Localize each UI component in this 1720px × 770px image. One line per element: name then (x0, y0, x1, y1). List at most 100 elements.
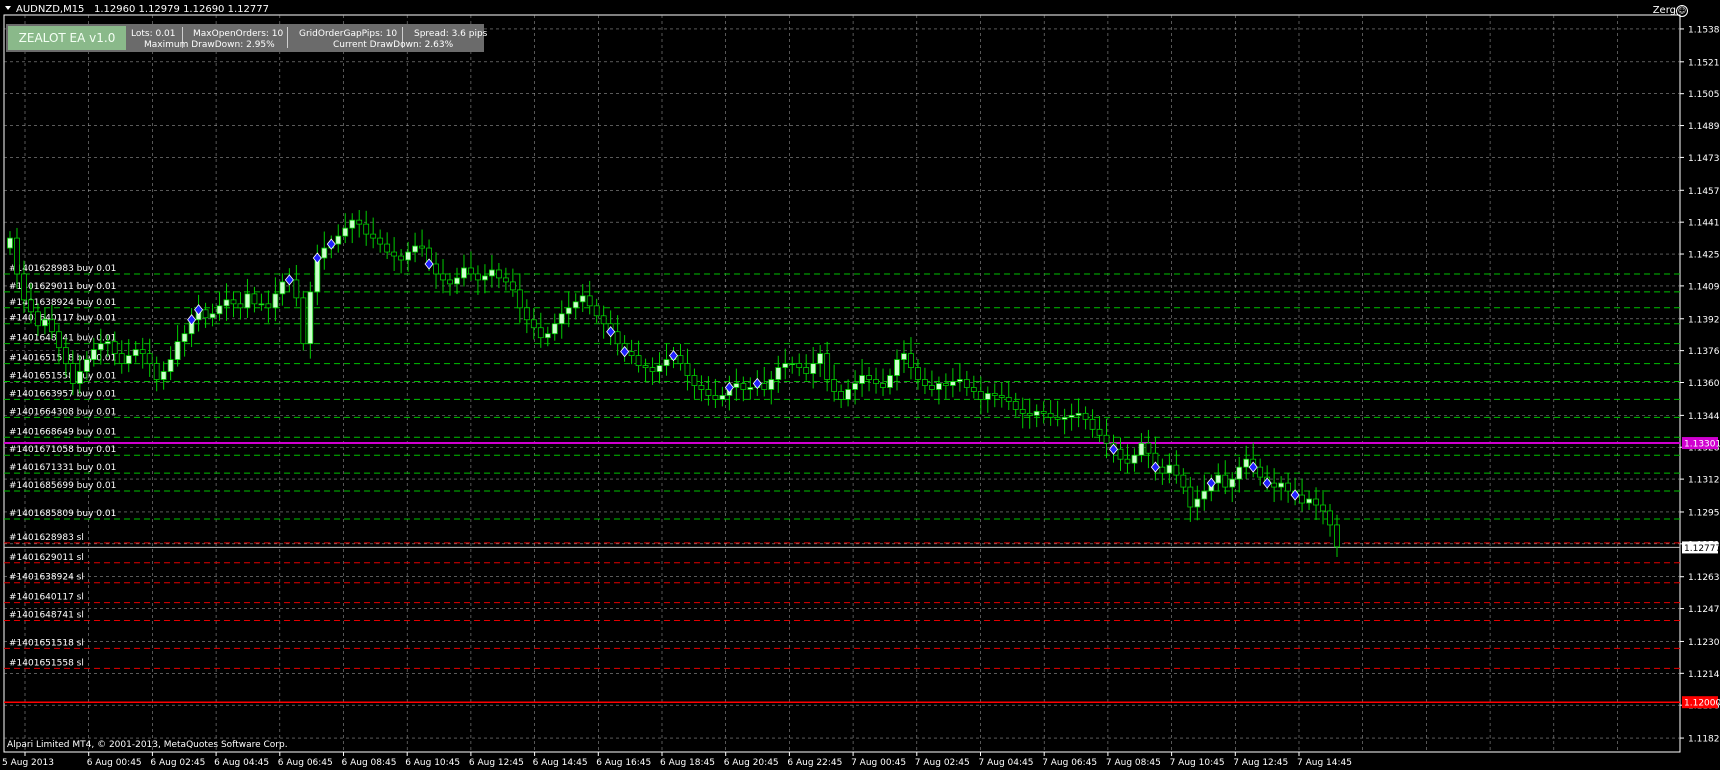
candle-body[interactable] (419, 245, 425, 249)
candle-body[interactable] (782, 363, 789, 368)
candle-body[interactable] (223, 299, 230, 307)
candle-body[interactable] (28, 299, 34, 313)
candle-body[interactable] (1187, 486, 1194, 508)
candle-body[interactable] (370, 233, 377, 239)
candle-body[interactable] (530, 319, 537, 329)
candle-body[interactable] (293, 279, 300, 299)
chart-window[interactable]: #1401628983 buy 0.01 #1401629011 buy 0.01… (0, 0, 1720, 770)
candle-body[interactable] (936, 383, 942, 390)
candle-body[interactable] (1313, 498, 1319, 506)
candle-body[interactable] (1271, 482, 1278, 488)
candle-body[interactable] (1089, 418, 1096, 430)
candle-body[interactable] (1327, 510, 1333, 526)
candle-body[interactable] (1138, 442, 1145, 456)
candle-body[interactable] (139, 349, 146, 355)
candle-body[interactable] (880, 383, 886, 388)
candle-body[interactable] (516, 289, 523, 309)
candle-body[interactable] (894, 359, 900, 376)
candle-body[interactable] (579, 295, 586, 303)
candle-body[interactable] (1040, 410, 1047, 414)
candle-body[interactable] (160, 371, 167, 380)
trade-arrow-marker[interactable] (284, 274, 294, 286)
candle-body[interactable] (635, 355, 642, 366)
candle-body[interactable] (342, 227, 349, 237)
candle-body[interactable] (1229, 478, 1236, 488)
candle-body[interactable] (1054, 416, 1061, 420)
candle-body[interactable] (244, 293, 251, 309)
candle-body[interactable] (1306, 498, 1312, 504)
candle-body[interactable] (740, 383, 747, 390)
candle-body[interactable] (691, 375, 698, 386)
candle-body[interactable] (908, 353, 914, 368)
candle-body[interactable] (1061, 416, 1068, 420)
candle-body[interactable] (970, 387, 977, 392)
candle-body[interactable] (55, 331, 62, 349)
candle-body[interactable] (558, 313, 565, 325)
candle-body[interactable] (1278, 482, 1285, 488)
candle-body[interactable] (705, 389, 712, 396)
candle-body[interactable] (509, 281, 516, 291)
candle-body[interactable] (642, 365, 649, 368)
candle-body[interactable] (712, 395, 719, 400)
candle-body[interactable] (523, 307, 530, 321)
candle-body[interactable] (572, 301, 579, 309)
candle-body[interactable] (1145, 442, 1152, 454)
candle-body[interactable] (1201, 490, 1208, 500)
candle-body[interactable] (949, 381, 956, 386)
candle-body[interactable] (942, 383, 949, 386)
candle-body[interactable] (810, 363, 817, 374)
candle-body[interactable] (363, 223, 370, 235)
candle-body[interactable] (412, 245, 418, 253)
candle-body[interactable] (279, 281, 286, 295)
candle-body[interactable] (887, 375, 893, 388)
candle-body[interactable] (475, 273, 481, 281)
candle-body[interactable] (1019, 408, 1026, 414)
candle-body[interactable] (956, 379, 963, 382)
candle-body[interactable] (1173, 464, 1180, 476)
candle-body[interactable] (677, 355, 684, 364)
candle-body[interactable] (719, 395, 726, 400)
candle-body[interactable] (104, 341, 111, 345)
candle-body[interactable] (1236, 466, 1243, 480)
candle-body[interactable] (356, 219, 363, 225)
candle-body[interactable] (796, 363, 803, 368)
candle-body[interactable] (69, 363, 76, 384)
candle-body[interactable] (265, 303, 272, 309)
candle-body[interactable] (838, 391, 845, 400)
candle-body[interactable] (824, 353, 831, 380)
candle-body[interactable] (963, 379, 970, 388)
candle-body[interactable] (489, 269, 495, 277)
price-chart[interactable]: #1401628983 buy 0.01#1401629011 buy 0.01… (0, 0, 1720, 770)
candle-body[interactable] (502, 277, 509, 283)
candle-body[interactable] (1124, 458, 1131, 464)
candle-body[interactable] (1082, 412, 1089, 420)
candle-body[interactable] (447, 279, 453, 285)
candle-body[interactable] (209, 313, 216, 319)
candle-body[interactable] (866, 375, 872, 380)
candle-body[interactable] (551, 323, 558, 335)
candle-body[interactable] (984, 393, 991, 400)
candle-body[interactable] (349, 219, 356, 229)
candle-body[interactable] (237, 303, 244, 309)
candle-body[interactable] (698, 385, 705, 390)
candle-body[interactable] (649, 367, 656, 372)
candle-body[interactable] (111, 341, 118, 355)
candle-body[interactable] (300, 297, 307, 345)
candle-body[interactable] (817, 353, 824, 364)
candle-body[interactable] (125, 355, 132, 364)
candle-body[interactable] (789, 363, 796, 365)
candle-body[interactable] (7, 237, 13, 249)
candle-body[interactable] (831, 379, 838, 392)
candle-body[interactable] (852, 383, 858, 390)
candle-body[interactable] (398, 255, 405, 261)
candle-body[interactable] (1166, 464, 1173, 474)
candle-body[interactable] (565, 307, 572, 315)
candle-body[interactable] (174, 341, 181, 360)
candle-body[interactable] (482, 275, 488, 281)
candle-body[interactable] (335, 235, 342, 245)
candle-body[interactable] (1075, 412, 1082, 416)
candle-body[interactable] (433, 263, 439, 275)
candle-body[interactable] (1215, 474, 1222, 484)
candle-body[interactable] (922, 379, 928, 386)
candle-body[interactable] (251, 293, 258, 305)
